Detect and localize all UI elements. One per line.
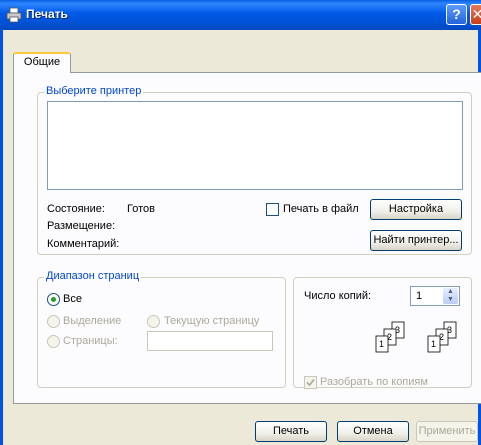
location-label: Размещение:: [47, 220, 116, 232]
window-border-left: [0, 30, 3, 445]
range-selection-label[interactable]: Выделение: [63, 315, 121, 327]
check-mark-icon: [306, 378, 315, 387]
status-label: Состояние:: [47, 203, 105, 215]
apply-button[interactable]: Применить: [416, 421, 478, 442]
svg-text:1: 1: [431, 339, 436, 349]
collate-label[interactable]: Разобрать по копиям: [320, 376, 428, 388]
range-all-radio[interactable]: [47, 293, 60, 306]
printer-group-legend: Выберите принтер: [44, 85, 144, 97]
copies-spinner[interactable]: 1 ▲ ▼: [410, 286, 460, 306]
radio-selected-dot: [51, 297, 56, 302]
collate-checkbox[interactable]: [304, 376, 317, 389]
spin-up-icon[interactable]: ▲: [443, 288, 458, 296]
svg-text:1: 1: [379, 339, 384, 349]
range-all-label[interactable]: Все: [63, 293, 82, 305]
find-printer-button[interactable]: Найти принтер...: [370, 230, 462, 251]
spin-down-icon[interactable]: ▼: [443, 296, 458, 304]
page-range-legend: Диапазон страниц: [44, 270, 142, 282]
status-value: Готов: [127, 203, 155, 215]
print-to-file-checkbox[interactable]: [266, 203, 279, 216]
settings-button[interactable]: Настройка: [370, 199, 462, 220]
close-button[interactable]: ✕: [470, 4, 481, 25]
copies-value: 1: [416, 290, 423, 302]
cancel-button[interactable]: Отмена: [337, 421, 409, 442]
range-pages-radio[interactable]: [47, 335, 60, 348]
print-to-file-label[interactable]: Печать в файл: [283, 203, 359, 215]
range-current-page-label[interactable]: Текущую страницу: [164, 315, 259, 327]
comment-label: Комментарий:: [47, 238, 120, 250]
printer-list[interactable]: [47, 101, 463, 190]
spinner-arrows[interactable]: ▲ ▼: [443, 288, 458, 304]
title-bar[interactable]: Печать ? ✕: [0, 0, 481, 30]
copies-label: Число копий:: [304, 290, 372, 302]
collate-pages-icon: 3 2 1 3 2 1: [375, 321, 457, 353]
tab-general[interactable]: Общие: [13, 52, 71, 73]
range-selection-radio[interactable]: [47, 315, 60, 328]
window-title: Печать: [26, 7, 68, 21]
help-button[interactable]: ?: [446, 4, 467, 25]
pages-input[interactable]: [147, 331, 273, 351]
range-current-page-radio[interactable]: [147, 315, 160, 328]
print-dialog: Печать ? ✕ Общие Выберите принтер Состоя…: [0, 0, 481, 445]
printer-icon: [6, 7, 22, 23]
range-pages-label[interactable]: Страницы:: [63, 335, 118, 347]
print-button[interactable]: Печать: [255, 421, 327, 442]
